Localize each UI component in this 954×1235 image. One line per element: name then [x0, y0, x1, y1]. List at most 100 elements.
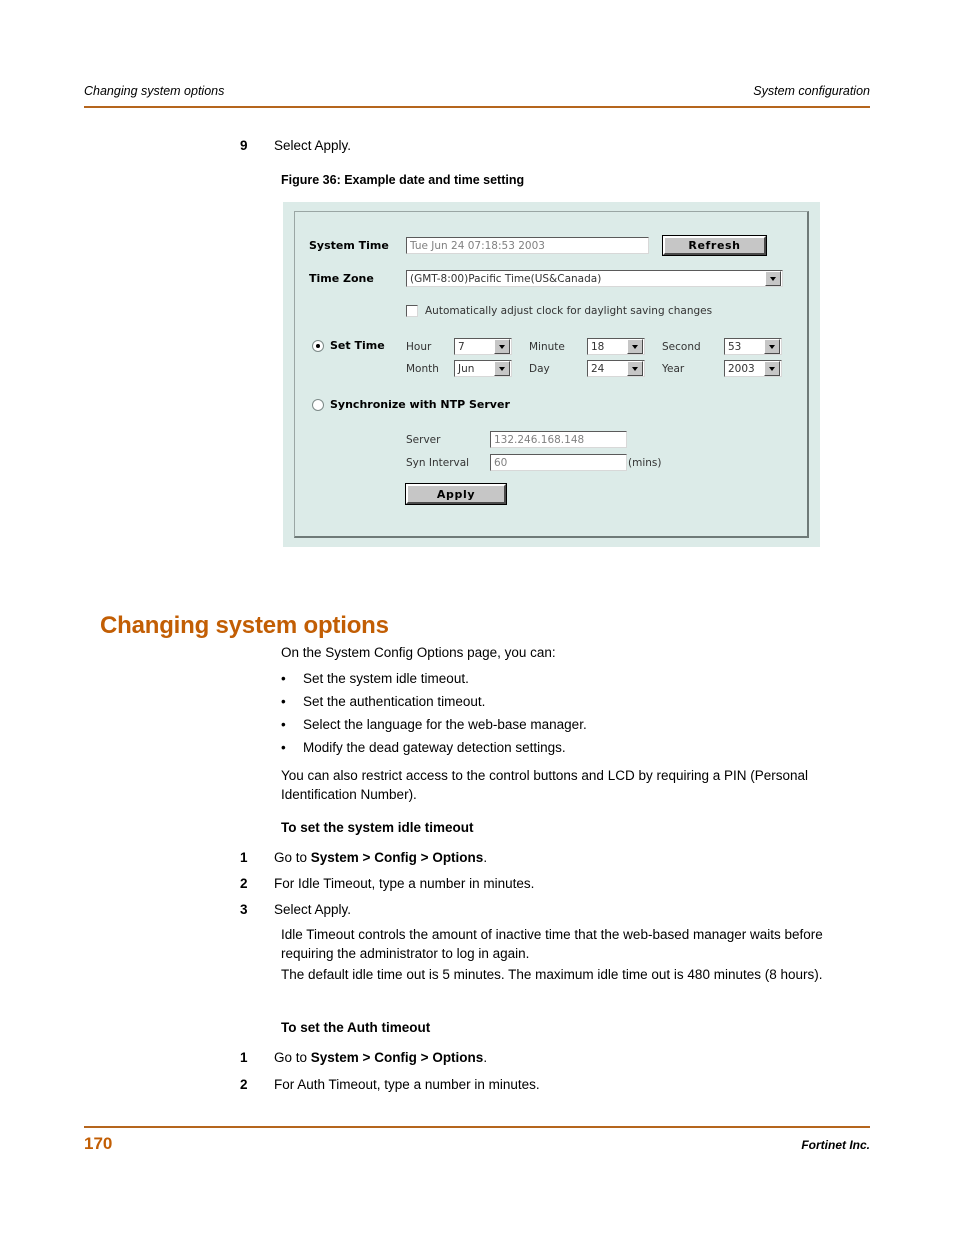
ntp-sync-label: Synchronize with NTP Server — [330, 398, 510, 411]
ntp-radio-row[interactable]: Synchronize with NTP Server — [312, 398, 510, 411]
step-number: 9 — [240, 138, 248, 153]
step-number: 1 — [240, 1050, 248, 1065]
list-item-label: Set the system idle timeout. — [303, 671, 469, 686]
daylight-saving-label: Automatically adjust clock for daylight … — [425, 305, 713, 317]
daylight-saving-row[interactable]: Automatically adjust clock for daylight … — [406, 305, 712, 317]
time-selectors-row: Hour 7 Minute 18 Second 53 — [406, 338, 782, 355]
minute-label: Minute — [529, 340, 565, 353]
bullet-icon: • — [281, 671, 286, 686]
syn-interval-input[interactable]: 60 — [490, 454, 627, 471]
ntp-sync-radio[interactable] — [312, 398, 324, 411]
daylight-saving-checkbox[interactable] — [406, 305, 418, 317]
idle-timeout-note-2: The default idle time out is 5 minutes. … — [281, 967, 823, 982]
system-time-label: System Time — [309, 239, 389, 252]
chevron-down-icon[interactable] — [764, 361, 780, 376]
step-item: 1 Go to System > Config > Options. — [240, 1048, 840, 1067]
second-value: 53 — [728, 340, 742, 353]
server-input[interactable]: 132.246.168.148 — [490, 431, 627, 448]
set-time-label: Set Time — [330, 339, 385, 352]
page-title: Changing system options — [100, 612, 389, 640]
header-left-title: Changing system options — [84, 84, 225, 98]
step-number: 3 — [240, 902, 248, 917]
running-header: Changing system options System configura… — [84, 84, 870, 98]
list-item: • Set the authentication timeout. — [281, 692, 485, 711]
month-value: Jun — [458, 362, 475, 375]
system-time-row: System Time Tue Jun 24 07:18:53 2003 Ref… — [309, 235, 767, 256]
list-item-label: Select the language for the web-base man… — [303, 717, 587, 732]
system-time-panel: System Time Tue Jun 24 07:18:53 2003 Ref… — [294, 211, 809, 538]
list-item: • Select the language for the web-base m… — [281, 715, 587, 734]
bullet-icon: • — [281, 740, 286, 755]
step-number: 1 — [240, 850, 248, 865]
set-time-radio-row[interactable]: Set Time — [312, 339, 385, 352]
chevron-down-icon[interactable] — [627, 339, 643, 354]
day-label: Day — [529, 362, 550, 375]
step-text: Go to System > Config > Options. — [274, 848, 840, 867]
list-item-label: Modify the dead gateway detection settin… — [303, 740, 566, 755]
step-text-suffix: . — [483, 1050, 488, 1065]
month-label: Month — [406, 362, 439, 375]
figure-caption: Figure 36: Example date and time setting — [281, 173, 525, 187]
list-item: • Set the system idle timeout. — [281, 669, 469, 688]
footer-divider — [84, 1126, 870, 1128]
year-select[interactable]: 2003 — [724, 360, 782, 377]
month-select[interactable]: Jun — [454, 360, 512, 377]
minute-value: 18 — [591, 340, 605, 353]
step-item: 2 For Idle Timeout, type a number in min… — [240, 874, 840, 893]
step-text: Select Apply. — [274, 902, 352, 917]
menu-path: System > Config > Options — [310, 850, 484, 865]
step-text: For Idle Timeout, type a number in minut… — [274, 876, 535, 891]
list-item: • Modify the dead gateway detection sett… — [281, 738, 566, 757]
step-text-prefix: Go to — [274, 1050, 311, 1065]
date-selectors-row: Month Jun Day 24 Year 2003 — [406, 360, 782, 377]
step-text: For Auth Timeout, type a number in minut… — [274, 1077, 540, 1092]
server-label: Server — [406, 433, 441, 446]
apply-button-row: Apply — [405, 483, 507, 505]
hour-label: Hour — [406, 340, 432, 353]
step-text-prefix: Go to — [274, 850, 311, 865]
year-label: Year — [662, 362, 685, 375]
minute-select[interactable]: 18 — [587, 338, 645, 355]
bullet-icon: • — [281, 717, 286, 732]
step-item: 2 For Auth Timeout, type a number in min… — [240, 1075, 840, 1094]
second-select[interactable]: 53 — [724, 338, 782, 355]
syn-interval-row: Syn Interval 60 (mins) — [406, 454, 661, 471]
time-zone-select[interactable]: (GMT-8:00)Pacific Time(US&Canada) — [406, 270, 783, 287]
procedure-title-idle-timeout: To set the system idle timeout — [281, 820, 474, 835]
step-item: 1 Go to System > Config > Options. — [240, 848, 840, 867]
hour-select[interactable]: 7 — [454, 338, 512, 355]
chevron-down-icon[interactable] — [494, 361, 510, 376]
second-label: Second — [662, 340, 701, 353]
step-text: Go to System > Config > Options. — [274, 1048, 840, 1067]
time-zone-label: Time Zone — [309, 272, 374, 285]
page-number: 170 — [84, 1134, 113, 1153]
day-value: 24 — [591, 362, 605, 375]
page-footer: 170 Fortinet Inc. — [84, 1134, 870, 1154]
menu-path: System > Config > Options — [310, 1050, 484, 1065]
intro-paragraph: On the System Config Options page, you c… — [281, 645, 556, 660]
apply-button[interactable]: Apply — [405, 483, 507, 505]
system-time-input[interactable]: Tue Jun 24 07:18:53 2003 — [406, 237, 649, 254]
procedure-title-auth-timeout: To set the Auth timeout — [281, 1020, 431, 1035]
step-number: 2 — [240, 1077, 248, 1092]
refresh-button[interactable]: Refresh — [662, 235, 767, 256]
chevron-down-icon[interactable] — [494, 339, 510, 354]
syn-interval-units: (mins) — [628, 456, 662, 469]
step-number: 2 — [240, 876, 248, 891]
footer-company: Fortinet Inc. — [801, 1138, 870, 1152]
chevron-down-icon[interactable] — [765, 271, 781, 286]
chevron-down-icon[interactable] — [764, 339, 780, 354]
ntp-server-row: Server 132.246.168.148 — [406, 431, 627, 448]
chevron-down-icon[interactable] — [627, 361, 643, 376]
hour-value: 7 — [458, 340, 465, 353]
day-select[interactable]: 24 — [587, 360, 645, 377]
time-zone-row: Time Zone (GMT-8:00)Pacific Time(US&Cana… — [309, 270, 783, 287]
step-item: 9 Select Apply. — [240, 136, 840, 155]
step-text: Select Apply. — [274, 138, 352, 153]
set-time-radio[interactable] — [312, 339, 324, 352]
idle-timeout-note-1: Idle Timeout controls the amount of inac… — [281, 927, 823, 961]
time-zone-selected-value: (GMT-8:00)Pacific Time(US&Canada) — [410, 272, 602, 285]
header-right-title: System configuration — [753, 84, 870, 98]
step-text-suffix: . — [483, 850, 488, 865]
syn-interval-label: Syn Interval — [406, 456, 470, 469]
